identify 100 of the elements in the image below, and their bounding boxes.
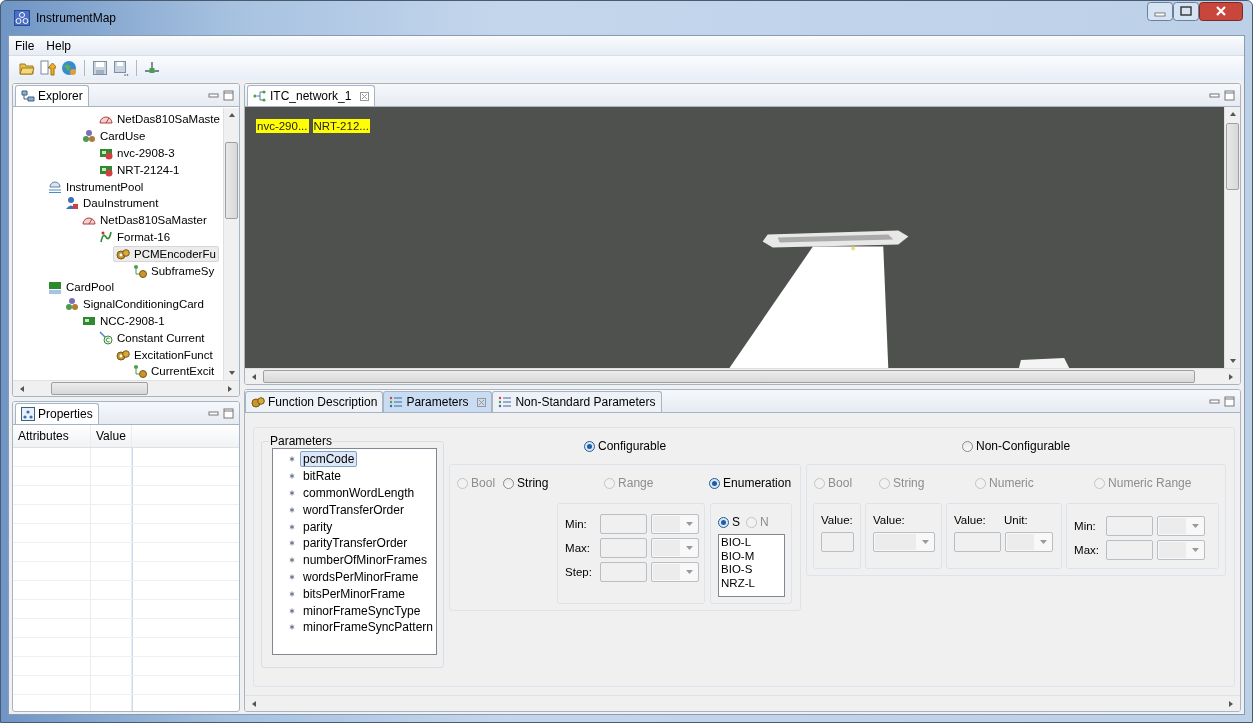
- arrow-icon[interactable]: [228, 112, 235, 118]
- input-field[interactable]: [821, 532, 855, 552]
- horizontal-scrollbar[interactable]: [245, 695, 1240, 711]
- list-item[interactable]: NRZ-L: [721, 576, 785, 590]
- tree-item[interactable]: CurrentExcit: [130, 363, 218, 380]
- scroll-thumb[interactable]: [263, 370, 1195, 383]
- enumeration-list[interactable]: BIO-L BIO-M BIO-S NRZ-L: [718, 534, 786, 597]
- close-icon[interactable]: [477, 397, 487, 407]
- menu-item[interactable]: Help: [40, 38, 78, 53]
- menu-item[interactable]: File: [9, 38, 41, 53]
- dropdown[interactable]: [1157, 540, 1206, 560]
- list-item[interactable]: wordsPerMinorFrame: [300, 568, 422, 585]
- dropdown-arrow-icon[interactable]: [1192, 524, 1200, 528]
- list-item[interactable]: minorFrameSyncPattern: [300, 619, 437, 636]
- tree-item[interactable]: NetDas810SaMaster: [79, 212, 210, 229]
- horizontal-scrollbar[interactable]: [245, 368, 1240, 384]
- list-item[interactable]: pcmCode: [300, 451, 358, 468]
- tree-item[interactable]: Constant Current: [96, 329, 208, 346]
- save-icon[interactable]: [92, 60, 108, 76]
- non-configurable-radio[interactable]: [962, 440, 973, 452]
- tree-item[interactable]: nvc-2908-3: [96, 145, 178, 161]
- scroll-thumb[interactable]: [51, 382, 148, 395]
- type-radio[interactable]: [503, 477, 515, 489]
- list-item[interactable]: parityTransferOrder: [300, 535, 411, 552]
- import-icon[interactable]: [40, 60, 56, 76]
- dropdown[interactable]: [651, 514, 700, 534]
- maximize-button[interactable]: [1173, 2, 1199, 21]
- close-button[interactable]: [1199, 2, 1243, 21]
- tree-item[interactable]: PCMEncoderFu: [113, 245, 219, 262]
- tree-item[interactable]: CardUse: [79, 128, 149, 145]
- tab[interactable]: Non-Standard Parameters: [492, 391, 662, 412]
- horizontal-scrollbar[interactable]: [13, 380, 239, 396]
- arrow-icon[interactable]: [227, 385, 233, 392]
- maximize-button[interactable]: [223, 89, 234, 101]
- vertical-scrollbar[interactable]: [1224, 107, 1240, 368]
- dropdown[interactable]: [651, 538, 700, 558]
- dropdown[interactable]: [1005, 532, 1054, 552]
- arrow-icon[interactable]: [19, 385, 25, 392]
- dropdown[interactable]: [1157, 516, 1206, 536]
- tree-item[interactable]: ExcitationFunct: [113, 346, 216, 363]
- node-label[interactable]: NRT-212...: [312, 119, 370, 133]
- dropdown[interactable]: [651, 562, 700, 582]
- list-item[interactable]: minorFrameSyncType: [300, 602, 424, 619]
- tree-item[interactable]: DauInstrument: [62, 195, 162, 212]
- list-item[interactable]: bitsPerMinorFrame: [300, 585, 409, 602]
- scroll-thumb[interactable]: [225, 142, 238, 219]
- dropdown-arrow-icon[interactable]: [1192, 548, 1200, 552]
- network-icon[interactable]: [144, 60, 160, 76]
- properties-tab[interactable]: Properties: [15, 403, 99, 424]
- editor-tab[interactable]: ITC_network_1: [247, 85, 376, 106]
- arrow-icon[interactable]: [251, 700, 257, 707]
- explorer-tab[interactable]: Explorer: [15, 85, 89, 106]
- dropdown-arrow-icon[interactable]: [686, 570, 694, 574]
- dropdown-arrow-icon[interactable]: [686, 522, 694, 526]
- column-header[interactable]: Attributes: [13, 425, 91, 447]
- radio-label[interactable]: S: [732, 515, 741, 529]
- list-item[interactable]: bitRate: [300, 468, 345, 485]
- input-field[interactable]: [600, 538, 648, 558]
- maximize-button[interactable]: [1224, 89, 1235, 101]
- input-field[interactable]: [600, 562, 648, 582]
- radio-label[interactable]: Enumeration: [723, 476, 792, 491]
- globe-icon[interactable]: [61, 60, 77, 76]
- minimize-button[interactable]: [1147, 2, 1173, 21]
- arrow-icon[interactable]: [1228, 373, 1234, 380]
- node-label[interactable]: nvc-290...: [256, 119, 309, 133]
- input-field[interactable]: [954, 532, 1002, 552]
- input-field[interactable]: [1106, 516, 1154, 536]
- tab[interactable]: Parameters: [383, 391, 493, 412]
- list-item[interactable]: commonWordLength: [300, 485, 418, 501]
- maximize-button[interactable]: [223, 407, 234, 419]
- input-field[interactable]: [1106, 540, 1154, 560]
- tree-item[interactable]: NetDas810SaMaste: [96, 111, 223, 128]
- arrow-icon[interactable]: [251, 373, 257, 380]
- tree-item[interactable]: InstrumentPool: [45, 178, 147, 195]
- column-header[interactable]: Value: [91, 425, 132, 447]
- arrow-icon[interactable]: [1229, 358, 1236, 364]
- tree-item[interactable]: SubframeSy: [130, 262, 218, 279]
- arrow-icon[interactable]: [1229, 111, 1236, 117]
- vertical-scrollbar[interactable]: [223, 108, 239, 380]
- arrow-icon[interactable]: [228, 370, 235, 376]
- tab[interactable]: Function Description: [245, 391, 384, 412]
- tree-item[interactable]: SignalConditioningCard: [62, 296, 207, 313]
- radio-label[interactable]: Configurable: [598, 439, 667, 453]
- open-folder-icon[interactable]: [19, 60, 35, 76]
- radio-label[interactable]: Non-Configurable: [976, 439, 1071, 453]
- dropdown-arrow-icon[interactable]: [1040, 540, 1048, 544]
- save-all-icon[interactable]: [113, 60, 129, 76]
- tree-item[interactable]: CardPool: [45, 279, 117, 296]
- configurable-radio[interactable]: [584, 440, 595, 452]
- format-radio[interactable]: [718, 516, 730, 528]
- list-item[interactable]: BIO-M: [721, 549, 785, 563]
- radio-label[interactable]: String: [517, 476, 549, 491]
- list-item[interactable]: wordTransferOrder: [300, 501, 407, 518]
- dropdown-arrow-icon[interactable]: [686, 546, 694, 550]
- list-item[interactable]: BIO-S: [721, 563, 785, 577]
- dropdown-arrow-icon[interactable]: [922, 540, 930, 544]
- input-field[interactable]: [600, 514, 648, 534]
- type-radio[interactable]: [709, 477, 721, 489]
- list-item[interactable]: parity: [300, 518, 336, 535]
- dropdown[interactable]: [873, 532, 936, 552]
